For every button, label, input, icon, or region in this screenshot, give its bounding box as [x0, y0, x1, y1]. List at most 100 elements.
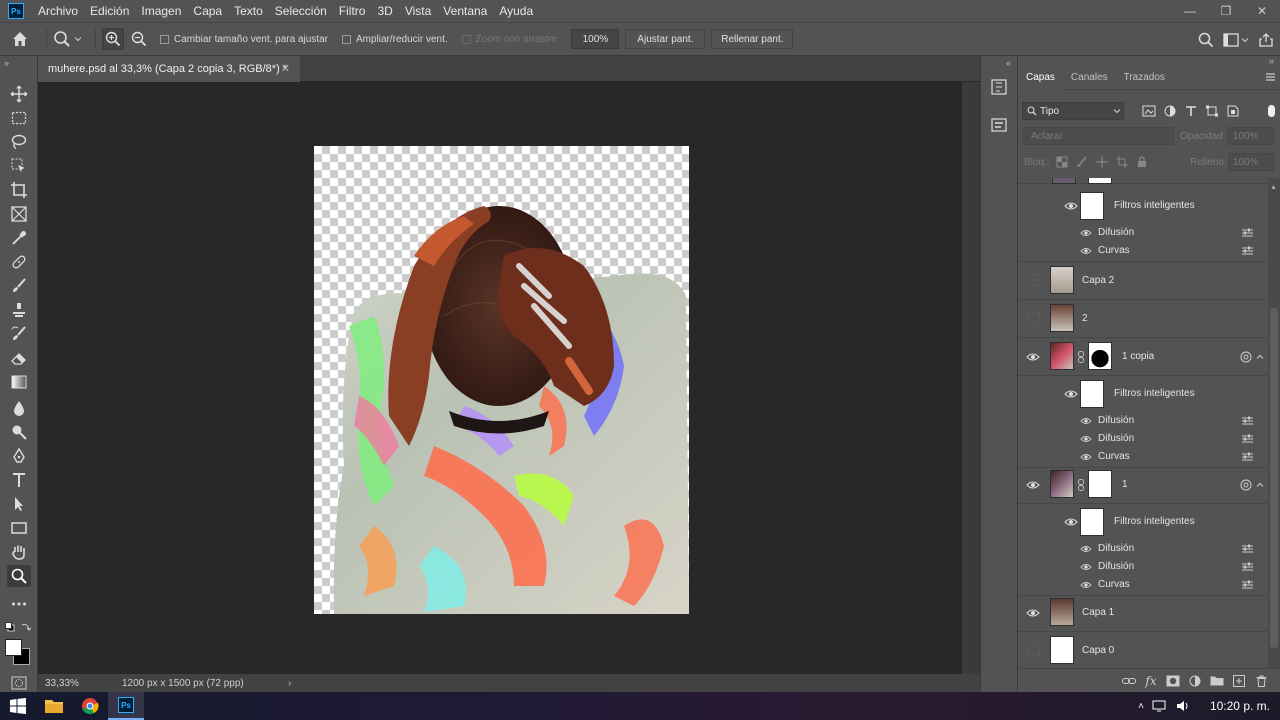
blur-tool-icon[interactable]	[7, 397, 31, 419]
menu-vista[interactable]: Vista	[399, 0, 437, 22]
eraser-tool-icon[interactable]	[7, 347, 31, 369]
visibility-eye-icon[interactable]	[1080, 562, 1092, 572]
close-button[interactable]: ✕	[1244, 0, 1280, 22]
adjustment-layer-icon[interactable]	[1184, 672, 1206, 690]
photoshop-logo-icon[interactable]: Ps	[8, 3, 24, 19]
filter-toggle-switch[interactable]	[1268, 105, 1275, 117]
document-canvas[interactable]	[314, 146, 689, 614]
layer-row-1[interactable]: 1	[1018, 466, 1268, 504]
new-group-icon[interactable]	[1206, 672, 1228, 690]
visibility-eye-icon[interactable]	[1080, 416, 1092, 426]
fit-screen-button[interactable]: Ajustar pant.	[625, 29, 706, 49]
adjustment-layer-filter-icon[interactable]	[1163, 105, 1177, 117]
filter-row[interactable]: Curvas	[1018, 242, 1268, 262]
layer-row-capa-1[interactable]: Capa 1	[1018, 594, 1268, 632]
collapse-arrows-icon[interactable]: »	[4, 58, 9, 68]
filter-blending-options-icon[interactable]	[1242, 416, 1253, 426]
minimize-button[interactable]: —	[1172, 0, 1208, 22]
fill-screen-button[interactable]: Rellenar pant.	[711, 29, 794, 49]
filter-blending-options-icon[interactable]	[1242, 452, 1253, 462]
swap-colors-icon[interactable]	[21, 622, 32, 635]
lock-transparent-icon[interactable]	[1056, 156, 1068, 168]
link-layers-icon[interactable]	[1118, 672, 1140, 690]
photoshop-taskbar-icon[interactable]: Ps	[108, 692, 144, 720]
taskbar-clock[interactable]: 10:20 p. m.	[1210, 692, 1270, 720]
menu-capa[interactable]: Capa	[187, 0, 228, 22]
fill-input[interactable]: 100%	[1228, 153, 1274, 171]
chevron-up-icon[interactable]: ˄	[1138, 701, 1144, 712]
gradient-tool-icon[interactable]	[7, 371, 31, 393]
file-explorer-icon[interactable]	[36, 692, 72, 720]
visibility-eye-icon[interactable]	[1080, 228, 1092, 238]
layer-list[interactable]: Filtros inteligentes Difusión Curvas Cap…	[1018, 178, 1268, 668]
filter-row[interactable]: Difusión	[1018, 224, 1268, 242]
status-zoom[interactable]: 33,33%	[38, 678, 122, 689]
brush-tool-icon[interactable]	[7, 275, 31, 297]
visibility-eye-icon[interactable]	[1080, 580, 1092, 590]
menu-imagen[interactable]: Imagen	[135, 0, 187, 22]
smart-filters-row[interactable]: Filtros inteligentes	[1018, 504, 1268, 540]
smart-object-filter-icon[interactable]	[1226, 105, 1240, 117]
scrubby-zoom-checkbox[interactable]: Zoom con arrastre	[461, 34, 557, 45]
menu-filtro[interactable]: Filtro	[333, 0, 372, 22]
chrome-icon[interactable]	[72, 692, 108, 720]
filter-blending-options-icon[interactable]	[1242, 228, 1253, 238]
tab-canales[interactable]: Canales	[1063, 66, 1116, 90]
lasso-tool-icon[interactable]	[7, 131, 31, 153]
shape-layer-filter-icon[interactable]	[1205, 105, 1219, 117]
layer-row-capa-0[interactable]: Capa 0	[1018, 632, 1268, 668]
menu-3d[interactable]: 3D	[371, 0, 398, 22]
tab-trazados[interactable]: Trazados	[1116, 66, 1173, 90]
network-icon[interactable]	[1152, 700, 1168, 712]
blend-mode-dropdown[interactable]: Aclarar	[1022, 127, 1174, 145]
smart-filters-row[interactable]: Filtros inteligentes	[1018, 188, 1268, 224]
visibility-eye-icon[interactable]	[1064, 388, 1078, 400]
visibility-eye-icon[interactable]	[1026, 607, 1040, 619]
new-layer-icon[interactable]	[1228, 672, 1250, 690]
zoom-100-button[interactable]: 100%	[571, 29, 620, 49]
layer-row-hidden-top[interactable]	[1018, 178, 1268, 184]
move-tool-icon[interactable]	[7, 83, 31, 105]
frame-tool-icon[interactable]	[7, 203, 31, 225]
workspace-icon[interactable]	[1220, 33, 1252, 47]
home-icon[interactable]	[0, 22, 40, 56]
lock-all-icon[interactable]	[1136, 156, 1148, 168]
visibility-eye-icon[interactable]	[1026, 479, 1040, 491]
fx-layer-style-icon[interactable]: fx	[1140, 672, 1162, 690]
zoom-in-icon[interactable]	[102, 28, 124, 50]
layer-row-1-copia[interactable]: 1 copia	[1018, 338, 1268, 376]
layer-filter-dropdown[interactable]: Tipo	[1022, 102, 1124, 120]
tab-capas[interactable]: Capas	[1018, 65, 1063, 90]
layers-scrollbar[interactable]: ▲	[1268, 178, 1280, 668]
visibility-eye-icon[interactable]	[1080, 544, 1092, 554]
filter-blending-options-icon[interactable]	[1242, 434, 1253, 444]
visibility-eye-icon[interactable]	[1080, 434, 1092, 444]
opacity-input[interactable]: 100%	[1228, 127, 1274, 145]
visibility-eye-icon[interactable]	[1064, 516, 1078, 528]
scrollbar-thumb[interactable]	[1270, 308, 1278, 648]
visibility-eye-icon[interactable]	[1080, 246, 1092, 256]
filter-row[interactable]: Difusión	[1018, 430, 1268, 448]
foreground-color-swatch[interactable]	[5, 639, 22, 656]
visibility-eye-icon[interactable]	[1064, 200, 1078, 212]
lock-image-icon[interactable]	[1076, 156, 1088, 168]
filter-row[interactable]: Difusión	[1018, 540, 1268, 558]
history-brush-tool-icon[interactable]	[7, 323, 31, 345]
restore-button[interactable]: ❐	[1208, 0, 1244, 22]
smart-filters-row[interactable]: Filtros inteligentes	[1018, 376, 1268, 412]
share-icon[interactable]	[1252, 33, 1280, 47]
filter-row[interactable]: Curvas	[1018, 448, 1268, 468]
close-tab-icon[interactable]: ✕	[281, 62, 290, 75]
document-tab[interactable]: muhere.psd al 33,3% (Capa 2 copia 3, RGB…	[38, 56, 300, 82]
trash-icon[interactable]	[1250, 672, 1272, 690]
quick-mask-icon[interactable]	[11, 676, 27, 693]
chevron-up-icon[interactable]	[1256, 353, 1264, 361]
more-tools-icon[interactable]	[7, 593, 31, 615]
visibility-eye-icon[interactable]	[1026, 351, 1040, 363]
layer-row-2[interactable]: 2	[1018, 300, 1268, 338]
type-tool-icon[interactable]	[7, 469, 31, 491]
layer-row-capa-2[interactable]: Capa 2	[1018, 262, 1268, 300]
pen-tool-icon[interactable]	[7, 445, 31, 467]
lock-artboard-icon[interactable]	[1116, 156, 1128, 168]
lock-position-icon[interactable]	[1096, 156, 1108, 168]
